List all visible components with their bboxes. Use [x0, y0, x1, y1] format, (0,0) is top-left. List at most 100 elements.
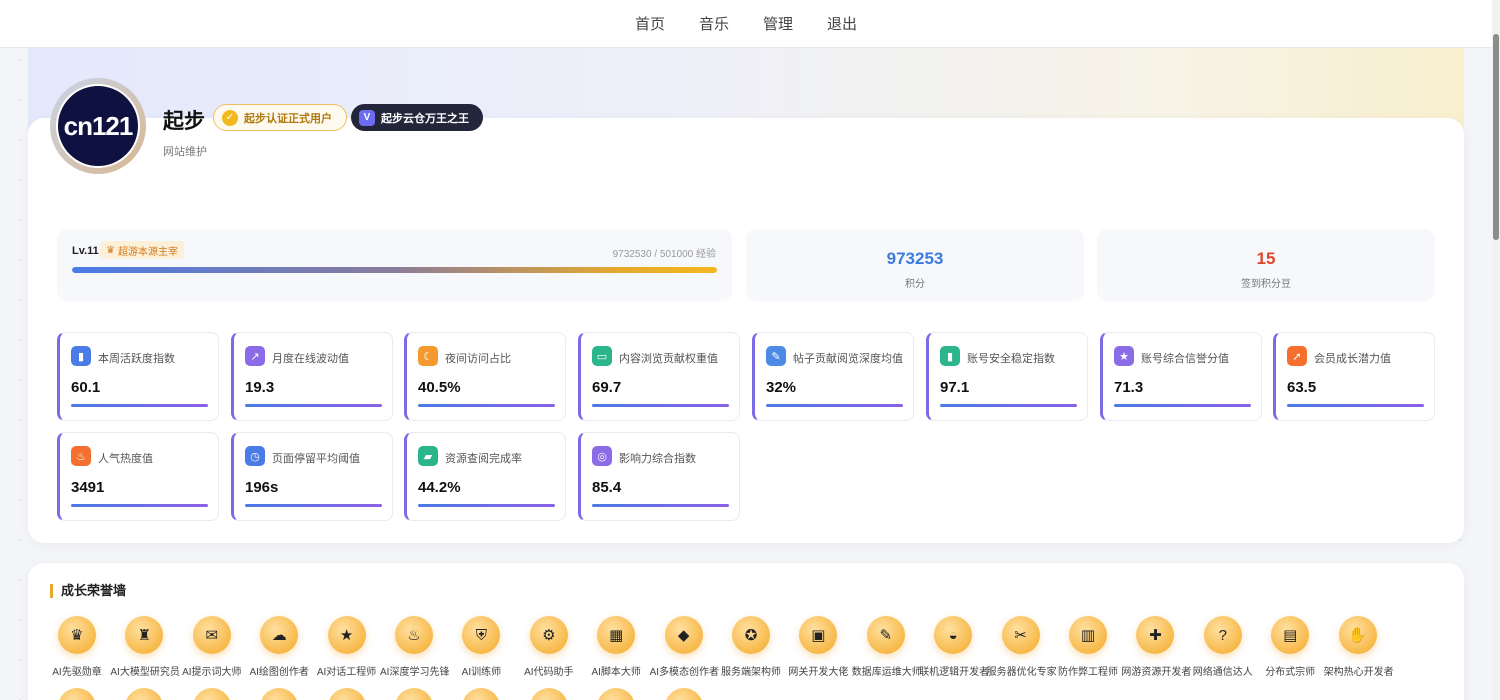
- metric-label: 影响力综合指数: [619, 453, 696, 465]
- book-icon: ▤: [1271, 616, 1310, 654]
- trophy-icon: ♜: [125, 616, 164, 654]
- points-stat: 973253 积分: [746, 229, 1084, 301]
- book-icon: ▭: [592, 346, 612, 366]
- scroll-icon: ✉: [192, 616, 231, 654]
- user-subtitle: 网站维护: [163, 146, 207, 158]
- metric-progress-bar: [940, 404, 1077, 407]
- metric-value: 71.3: [1114, 379, 1144, 396]
- honor-badge[interactable]: ✪ 服务端架构师: [717, 616, 785, 678]
- top-navigation: 首页 音乐 管理 退出: [0, 0, 1492, 48]
- signin-beans-stat: 15 签到积分豆: [1097, 229, 1435, 301]
- honor-badge[interactable]: ✋ 架构热心开发者: [1324, 616, 1394, 678]
- metric-card[interactable]: ▮ 本周活跃度指数 60.1: [57, 332, 219, 421]
- metric-card[interactable]: ◎ 影响力综合指数 85.4: [578, 432, 740, 521]
- signin-beans-label: 签到积分豆: [1241, 279, 1291, 290]
- metric-card[interactable]: ◷ 页面停留平均阈值 196s: [231, 432, 393, 521]
- honor-badge[interactable]: ◆ AI多模态创作者: [649, 616, 720, 678]
- metric-label: 内容浏览贡献权重值: [619, 353, 718, 365]
- honor-wall-title: 成长荣誉墙: [50, 584, 126, 598]
- honor-badge-label: AI先驱勋章: [52, 667, 102, 678]
- diamond-icon: ◆: [664, 616, 703, 654]
- metric-card[interactable]: ▰ 资源查阅完成率 44.2%: [404, 432, 566, 521]
- honor-badge[interactable]: ▣ 网关开发大佬: [784, 616, 852, 678]
- metric-card[interactable]: ✎ 帖子贡献阅览深度均值 32%: [752, 332, 914, 421]
- honor-badge-label: 分布式宗师: [1265, 667, 1316, 678]
- level-panel: Lv.11 ♛ 超游本源主宰 9732530 / 501000 经验: [57, 229, 732, 301]
- honor-badge[interactable]: ⚙ AI代码助手: [515, 616, 583, 678]
- honor-badge[interactable]: ★ AI对话工程师: [313, 616, 381, 678]
- honor-badge[interactable]: ✎ 数据库运维大师: [851, 616, 922, 678]
- metric-value: 3491: [71, 479, 105, 496]
- metric-value: 69.7: [592, 379, 622, 396]
- moon-icon: ☾: [418, 346, 438, 366]
- bowl-icon: ◒: [934, 616, 973, 654]
- rocket-icon: ➚: [1287, 346, 1307, 366]
- honor-badge-label: AI代码助手: [524, 667, 574, 678]
- metric-card[interactable]: ★ 账号综合信誉分值 71.3: [1100, 332, 1262, 421]
- metric-card[interactable]: ▮ 账号安全稳定指数 97.1: [926, 332, 1088, 421]
- metric-label: 帖子贡献阅览深度均值: [793, 353, 903, 365]
- scrollbar-thumb[interactable]: [1493, 34, 1499, 240]
- honor-badge-label: AI多模态创作者: [649, 667, 720, 678]
- points-label: 积分: [905, 279, 925, 290]
- honor-badge[interactable]: ? 网络通信达人: [1189, 616, 1257, 678]
- metric-card[interactable]: ♨ 人气热度值 3491: [57, 432, 219, 521]
- avatar[interactable]: cn121: [50, 78, 146, 174]
- username: 起步: [163, 110, 205, 133]
- star-icon: ★: [327, 616, 366, 654]
- honor-badge[interactable]: ▥ 防作弊工程师: [1054, 616, 1122, 678]
- handshake-icon: ✋: [1338, 616, 1377, 654]
- metric-progress-bar: [418, 404, 555, 407]
- trend-icon: ↗: [245, 346, 265, 366]
- honor-badge[interactable]: ◒ 联机逻辑开发者: [919, 616, 989, 678]
- king-badge[interactable]: V 起步云仓万王之王: [351, 104, 483, 131]
- nav-home[interactable]: 首页: [635, 13, 665, 34]
- points-value: 973253: [886, 249, 944, 268]
- metric-label: 页面停留平均阈值: [272, 453, 360, 465]
- honor-badge-label: 数据库运维大师: [851, 667, 922, 678]
- medal-icon: ✪: [732, 616, 770, 654]
- honor-badge[interactable]: ♛ AI先驱勋章: [43, 616, 111, 678]
- nav-manage[interactable]: 管理: [763, 13, 793, 34]
- signin-beans-value: 15: [1256, 249, 1276, 268]
- level-title-label: 超游本源主宰: [117, 246, 178, 258]
- fire-icon: ♨: [71, 446, 91, 466]
- verified-user-badge[interactable]: ✓ 起步认证正式用户: [213, 104, 347, 131]
- metric-card[interactable]: ☾ 夜间访问占比 40.5%: [404, 332, 566, 421]
- honor-badge[interactable]: ☁ AI绘图创作者: [245, 616, 313, 678]
- metric-value: 63.5: [1287, 379, 1317, 396]
- metric-value: 19.3: [245, 379, 275, 396]
- metric-card[interactable]: ↗ 月度在线波动值 19.3: [231, 332, 393, 421]
- honor-badge-label: 网络通信达人: [1192, 667, 1253, 678]
- metric-card[interactable]: ➚ 会员成长潜力值 63.5: [1273, 332, 1435, 421]
- experience-text: 9732530 / 501000 经验: [612, 249, 716, 260]
- metric-value: 196s: [245, 479, 279, 496]
- honor-badge[interactable]: ♜ AI大模型研究员: [110, 616, 180, 678]
- metric-label: 夜间访问占比: [445, 353, 511, 365]
- experience-progress-bar: [72, 267, 717, 273]
- metric-value: 32%: [766, 379, 797, 396]
- honor-badge-label: AI提示词大师: [182, 667, 242, 678]
- honor-badge[interactable]: ▦ AI脚本大师: [582, 616, 650, 678]
- honor-badge[interactable]: ✂ 服务器优化专家: [987, 616, 1057, 678]
- metric-label: 资源查阅完成率: [445, 453, 522, 465]
- honor-badge[interactable]: ⛨ AI训练师: [447, 616, 515, 678]
- tools-icon: ✂: [1001, 616, 1040, 654]
- honor-badge[interactable]: ▤ 分布式宗师: [1256, 616, 1324, 678]
- metric-progress-bar: [766, 404, 903, 407]
- books-icon: ▥: [1069, 616, 1107, 654]
- crown-icon: ♛: [106, 244, 115, 256]
- honor-badge[interactable]: ✉ AI提示词大师: [178, 616, 246, 678]
- level-title-tag: ♛ 超游本源主宰: [100, 241, 184, 259]
- crown-icon: ♛: [58, 616, 96, 654]
- verified-badge-label: 起步认证正式用户: [244, 112, 332, 125]
- honor-badge[interactable]: ✚ 网游资源开发者: [1121, 616, 1191, 678]
- chat-icon: ☁: [260, 616, 299, 654]
- metric-card[interactable]: ▭ 内容浏览贡献权重值 69.7: [578, 332, 740, 421]
- nav-logout[interactable]: 退出: [827, 13, 857, 34]
- honor-badge[interactable]: ♨ AI深度学习先锋: [380, 616, 449, 678]
- nav-music[interactable]: 音乐: [699, 13, 729, 34]
- king-badge-label: 起步云仓万王之王: [381, 112, 469, 125]
- metric-progress-bar: [592, 404, 729, 407]
- clock-icon: ◷: [245, 446, 265, 466]
